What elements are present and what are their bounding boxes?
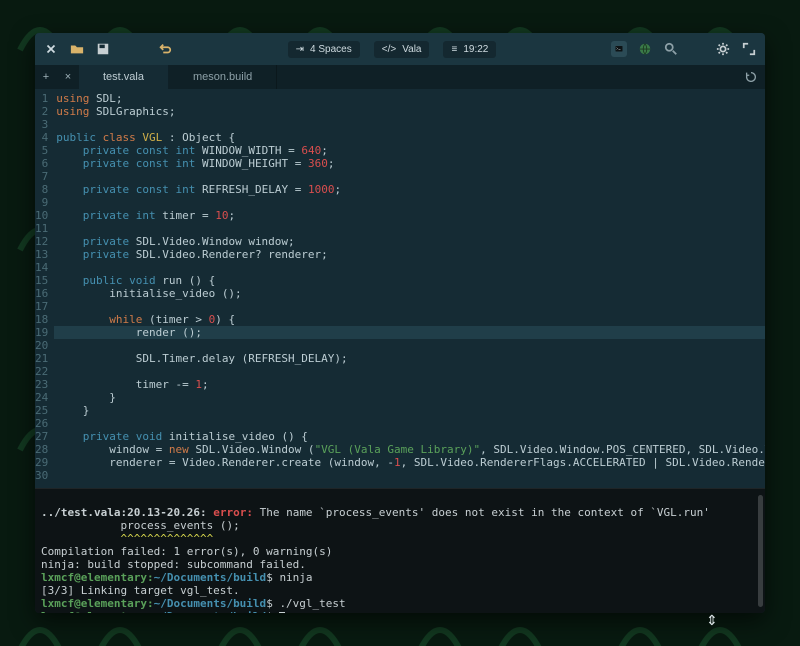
- terminal-cursor: [279, 612, 285, 613]
- error-carets: ^^^^^^^^^^^^^^: [41, 532, 213, 545]
- ninja-stop: ninja: build stopped: subcommand failed.: [41, 558, 306, 571]
- line-icon: ≡: [451, 44, 457, 55]
- prompt-path: ~/Documents/build: [154, 597, 267, 610]
- close-tab-button[interactable]: ×: [57, 65, 79, 89]
- settings-icon[interactable]: [715, 41, 731, 57]
- terminal-icon[interactable]: [611, 41, 627, 57]
- titlebar-right: [611, 41, 757, 57]
- search-icon[interactable]: [663, 41, 679, 57]
- tab-meson-build[interactable]: meson.build: [169, 65, 277, 89]
- new-tab-button[interactable]: +: [35, 65, 57, 89]
- open-folder-icon[interactable]: [69, 41, 85, 57]
- maximize-icon[interactable]: [741, 41, 757, 57]
- error-snippet: process_events ();: [41, 519, 240, 532]
- save-icon[interactable]: [95, 41, 111, 57]
- code-editor[interactable]: 1 2 3 4 5 6 7 8 9 10 11 12 13 14 15 16 1…: [35, 89, 765, 488]
- language-label: Vala: [402, 44, 421, 55]
- cmd-run: ./vgl_test: [279, 597, 345, 610]
- error-message: The name `process_events' does not exist…: [260, 506, 710, 519]
- indent-label: 4 Spaces: [310, 44, 352, 55]
- code-area[interactable]: using SDL; using SDLGraphics; public cla…: [54, 89, 765, 488]
- close-icon[interactable]: [43, 41, 59, 57]
- language-selector[interactable]: </> Vala: [374, 41, 430, 58]
- editor-window: ⇥ 4 Spaces </> Vala ≡ 19:22 + × test.val…: [35, 33, 765, 613]
- titlebar-left: [43, 41, 173, 57]
- resize-cursor-icon: ⇕: [706, 612, 722, 628]
- revert-icon[interactable]: [157, 41, 173, 57]
- code-icon: </>: [382, 44, 396, 55]
- prompt-user: lxmcf@elementary: [41, 571, 147, 584]
- link-output: [3/3] Linking target vgl_test.: [41, 584, 240, 597]
- tab-label: test.vala: [103, 71, 144, 83]
- error-label: error:: [213, 506, 253, 519]
- indent-selector[interactable]: ⇥ 4 Spaces: [288, 41, 360, 58]
- tab-icon: ⇥: [296, 44, 304, 55]
- cursor-position[interactable]: ≡ 19:22: [443, 41, 496, 58]
- position-label: 19:22: [463, 44, 488, 55]
- titlebar: ⇥ 4 Spaces </> Vala ≡ 19:22: [35, 33, 765, 65]
- tab-label: meson.build: [193, 71, 252, 83]
- tab-test-vala[interactable]: test.vala: [79, 65, 169, 89]
- compile-summary: Compilation failed: 1 error(s), 0 warnin…: [41, 545, 332, 558]
- prompt-user: lxmcf@elementary: [41, 610, 147, 613]
- error-location: ../test.vala:20.13-20.26:: [41, 506, 207, 519]
- browser-icon[interactable]: [637, 41, 653, 57]
- cmd-ninja: ninja: [279, 571, 312, 584]
- line-gutter: 1 2 3 4 5 6 7 8 9 10 11 12 13 14 15 16 1…: [35, 89, 54, 488]
- tab-strip: + × test.vala meson.build: [35, 65, 765, 89]
- history-icon[interactable]: [737, 65, 765, 89]
- prompt-user: lxmcf@elementary: [41, 597, 147, 610]
- prompt-path: ~/Documents/build: [154, 571, 267, 584]
- prompt-path: ~/Documents/build: [154, 610, 267, 613]
- terminal-panel[interactable]: ../test.vala:20.13-20.26: error: The nam…: [35, 488, 765, 613]
- terminal-scrollbar[interactable]: [758, 495, 763, 607]
- titlebar-center: ⇥ 4 Spaces </> Vala ≡ 19:22: [181, 41, 603, 58]
